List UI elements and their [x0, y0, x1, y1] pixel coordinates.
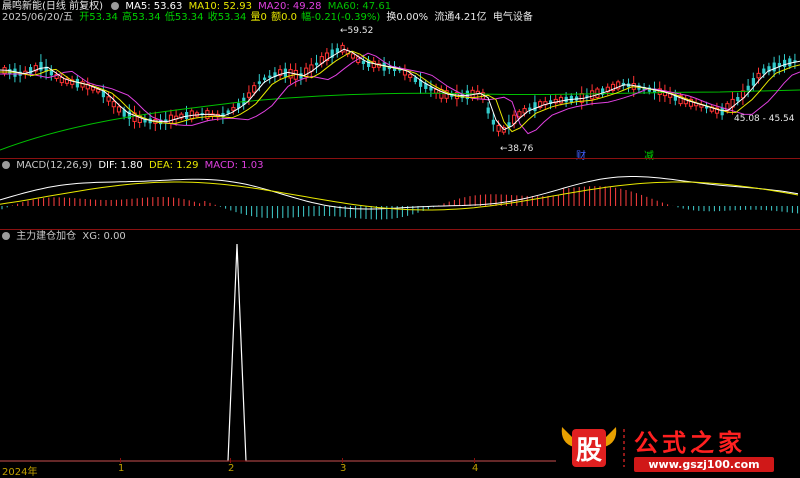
stock-chart-canvas[interactable]	[0, 0, 800, 477]
candle-body	[720, 107, 724, 116]
candle-body	[268, 75, 272, 78]
dif-line	[0, 176, 799, 210]
candle-body	[746, 85, 750, 91]
watermark-logo: 股 公式之家 www.gszj100.com	[558, 421, 780, 477]
logo-brand-char: 股	[575, 436, 602, 466]
candle-body	[408, 74, 413, 78]
candle-body	[350, 53, 356, 59]
candle-body	[762, 68, 766, 74]
x-label-jan: 1	[118, 463, 125, 474]
candle-body	[252, 85, 257, 93]
candle-body	[590, 90, 595, 100]
logo-brand-text: 公式之家	[634, 429, 746, 457]
candle-body	[168, 114, 174, 124]
x-label-mar: 3	[340, 463, 347, 474]
candle-body	[413, 77, 417, 83]
candle-body	[116, 106, 122, 113]
xg-signal-line	[0, 243, 556, 462]
candlestick-group	[2, 42, 797, 137]
x-label-feb: 2	[228, 463, 235, 474]
candle-body	[533, 102, 537, 112]
candle-body	[185, 112, 189, 119]
candle-body	[486, 107, 490, 114]
candle-body	[39, 61, 43, 71]
candle-body	[522, 108, 527, 114]
ma10-line	[0, 50, 800, 133]
dea-line	[0, 181, 799, 211]
candle-body	[496, 125, 501, 132]
candle-body	[231, 107, 236, 111]
candle-body	[751, 78, 755, 86]
candle-body	[788, 58, 792, 67]
candle-body	[361, 60, 365, 65]
candle-body	[111, 101, 116, 108]
candle-body	[517, 111, 522, 118]
candle-body	[491, 119, 495, 125]
ma5-line	[0, 48, 800, 131]
logo-url: www.gszj100.com	[634, 457, 774, 472]
candle-body	[257, 81, 261, 84]
candle-body	[106, 96, 111, 102]
candle-body	[783, 59, 787, 67]
candle-body	[736, 96, 740, 102]
x-label-2024: 2024年	[2, 467, 38, 478]
macd-histogram	[1, 186, 799, 220]
candle-body	[246, 92, 252, 98]
x-label-apr: 4	[472, 463, 479, 474]
candle-body	[756, 72, 761, 79]
candle-body	[315, 62, 319, 66]
candle-body	[288, 69, 293, 79]
candle-body	[772, 62, 776, 72]
candle-body	[263, 77, 267, 81]
candle-body	[558, 96, 564, 104]
candle-body	[29, 67, 33, 74]
